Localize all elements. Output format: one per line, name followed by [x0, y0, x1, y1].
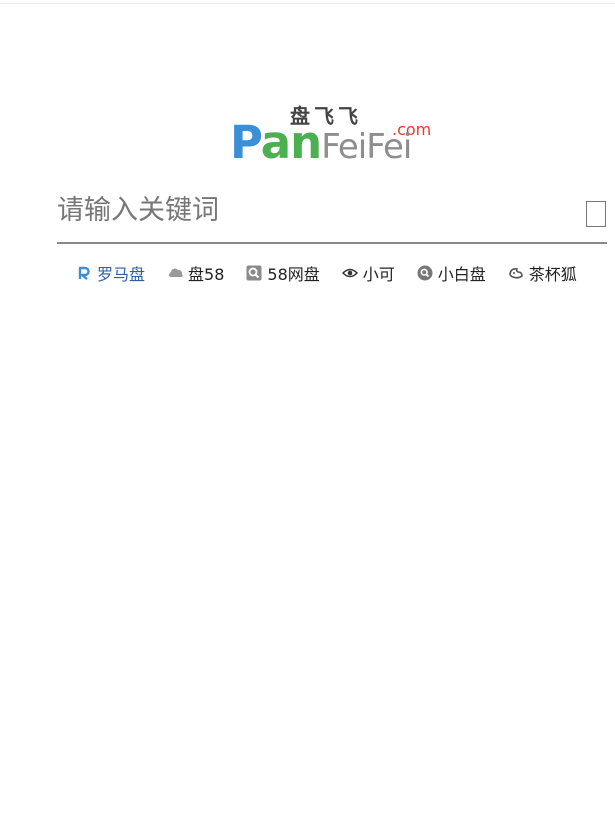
source-xiaobaipan[interactable]: 小白盘 [417, 261, 486, 285]
source-label: 盘58 [188, 265, 225, 284]
logo-letter-p: P [230, 116, 262, 169]
roma-r-icon [76, 265, 92, 281]
source-label: 小白盘 [437, 265, 486, 284]
source-label: 小可 [362, 265, 395, 284]
search-input[interactable] [57, 186, 557, 234]
logo-fei-2: Fei [366, 127, 412, 167]
search-button[interactable] [586, 201, 606, 227]
logo-fei-1: Fei [321, 127, 367, 167]
logo-letters-an: an [260, 116, 322, 169]
source-label: 罗马盘 [97, 265, 146, 284]
square-search-icon [246, 265, 262, 281]
source-label: 58网盘 [267, 265, 320, 284]
eye-icon [341, 265, 358, 281]
site-logo[interactable]: 盘飞飞 .com PanFeiFei [228, 100, 438, 170]
search-bar [57, 182, 607, 244]
source-roma[interactable]: 罗马盘 [76, 261, 145, 285]
cloud-icon [167, 265, 183, 281]
circle-search-icon [417, 265, 433, 281]
fox-icon [508, 265, 524, 281]
source-58wangpan[interactable]: 58网盘 [246, 261, 320, 285]
source-chabeihu[interactable]: 茶杯狐 [508, 261, 577, 285]
source-xiaoke[interactable]: 小可 [341, 261, 395, 285]
source-pan58[interactable]: 盘58 [167, 261, 224, 285]
source-list: 罗马盘 盘58 58网盘 小可 小白盘 茶杯狐 [76, 262, 599, 284]
top-divider [0, 3, 615, 4]
logo-wordmark: PanFeiFei [230, 116, 412, 172]
source-label: 茶杯狐 [528, 265, 577, 284]
